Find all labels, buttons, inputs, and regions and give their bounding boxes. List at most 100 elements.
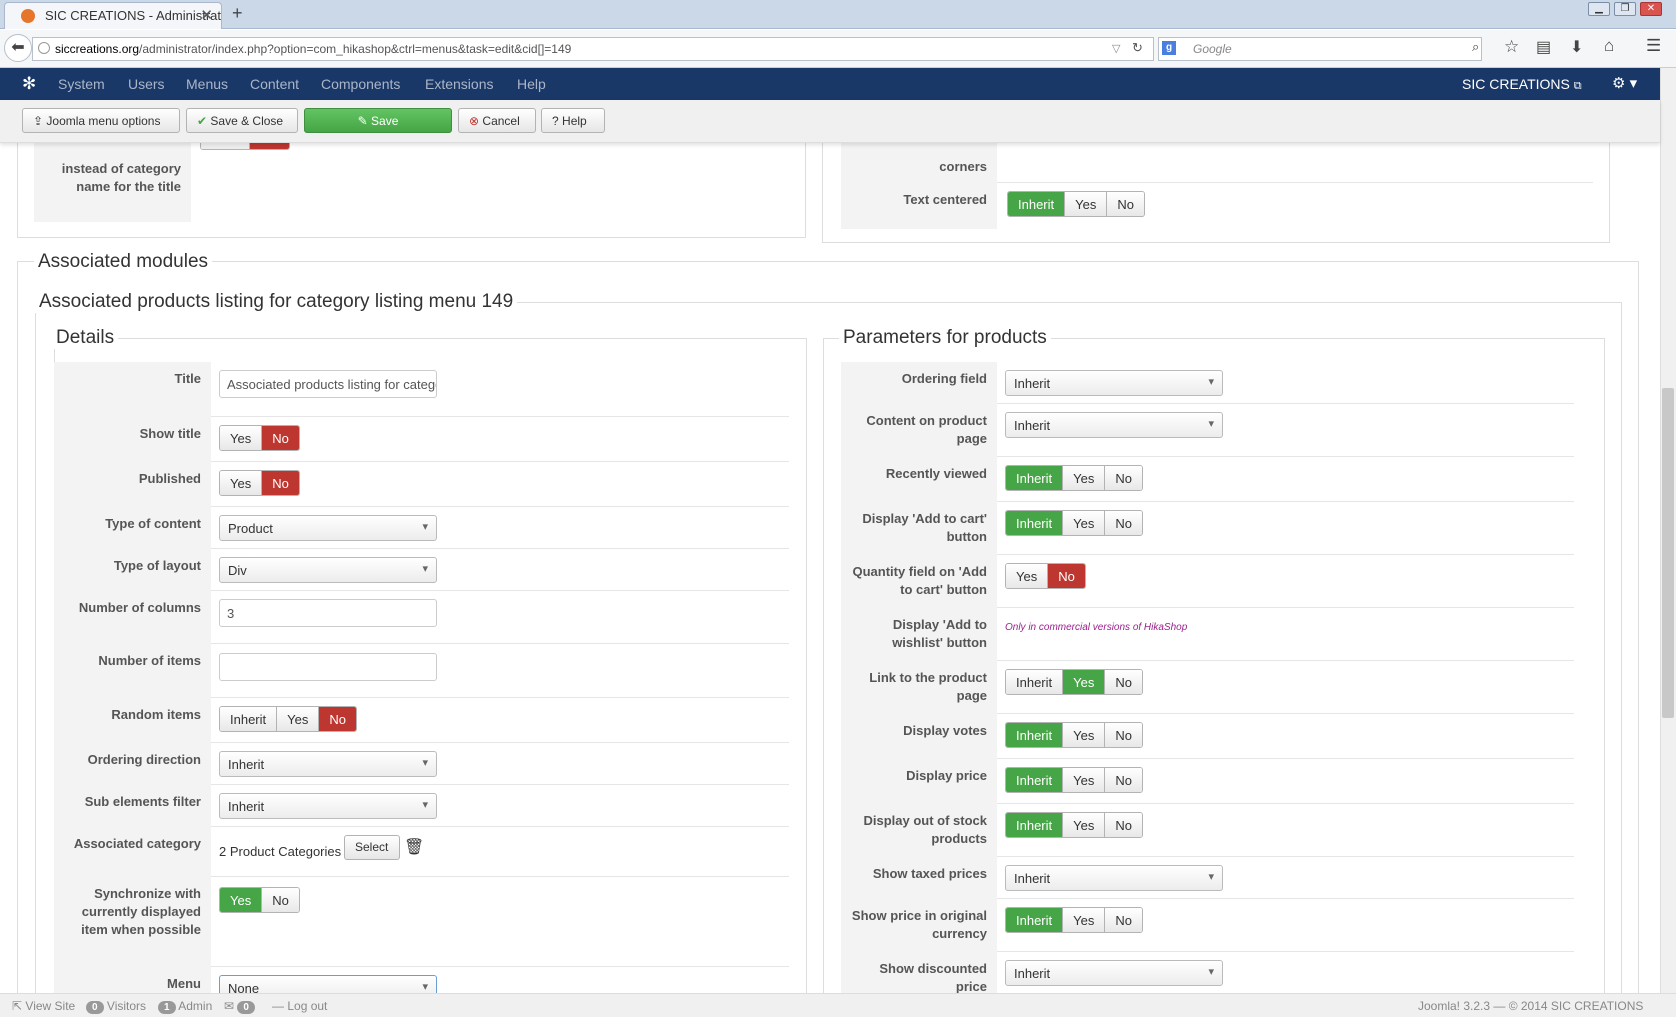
qty-field-yes[interactable]: Yes bbox=[1006, 564, 1049, 588]
text-centered-toggle[interactable]: Inherit Yes No bbox=[1007, 191, 1145, 217]
votes-inherit[interactable]: Inherit bbox=[1006, 723, 1064, 747]
view-site-link[interactable]: ⇱ View Site bbox=[12, 999, 75, 1013]
type-layout-select[interactable]: Div bbox=[219, 557, 437, 583]
link-toggle[interactable]: Inherit Yes No bbox=[1005, 669, 1143, 695]
sub-filter-row: Sub elements filter Inherit bbox=[54, 785, 789, 827]
menu-content[interactable]: Content bbox=[250, 76, 299, 92]
content-page-select[interactable]: Inherit bbox=[1005, 412, 1223, 438]
joomla-logo-icon[interactable]: ✻ bbox=[22, 74, 36, 94]
text-centered-yes[interactable]: Yes bbox=[1065, 192, 1108, 216]
num-items-input[interactable] bbox=[219, 653, 437, 681]
cancel-button[interactable]: ⊗ Cancel bbox=[458, 108, 536, 133]
out-stock-toggle[interactable]: Inherit Yes No bbox=[1005, 812, 1143, 838]
menu-users[interactable]: Users bbox=[128, 76, 165, 92]
taxed-select[interactable]: Inherit bbox=[1005, 865, 1223, 891]
google-icon[interactable]: g bbox=[1162, 41, 1176, 55]
link-inherit[interactable]: Inherit bbox=[1006, 670, 1064, 694]
menu-components[interactable]: Components bbox=[321, 76, 400, 92]
price-inherit[interactable]: Inherit bbox=[1006, 768, 1064, 792]
bookmark-star-icon[interactable]: ☆ bbox=[1504, 37, 1519, 57]
published-yes[interactable]: Yes bbox=[220, 471, 263, 495]
select-category-button[interactable]: Select bbox=[344, 835, 400, 860]
save-close-button[interactable]: ✔ Save & Close bbox=[186, 108, 298, 133]
orig-currency-toggle[interactable]: Inherit Yes No bbox=[1005, 907, 1143, 933]
close-window-icon[interactable]: ✕ bbox=[1640, 2, 1662, 16]
logout-link[interactable]: — Log out bbox=[272, 999, 327, 1013]
recently-viewed-no[interactable]: No bbox=[1105, 466, 1142, 490]
link-no[interactable]: No bbox=[1105, 670, 1142, 694]
sync-yes[interactable]: Yes bbox=[220, 888, 263, 912]
random-items-toggle[interactable]: Inherit Yes No bbox=[219, 706, 357, 732]
menu-help[interactable]: Help bbox=[517, 76, 546, 92]
qty-field-no[interactable]: No bbox=[1048, 564, 1085, 588]
random-yes[interactable]: Yes bbox=[277, 707, 320, 731]
trash-icon[interactable]: 🗑 bbox=[404, 837, 424, 857]
new-tab-icon[interactable]: + bbox=[232, 3, 243, 24]
qty-field-toggle[interactable]: Yes No bbox=[1005, 563, 1086, 589]
votes-toggle[interactable]: Inherit Yes No bbox=[1005, 722, 1143, 748]
close-tab-icon[interactable]: ✕ bbox=[200, 6, 213, 24]
address-bar[interactable]: siccreations.org/administrator/index.php… bbox=[32, 37, 1154, 61]
maximize-icon[interactable]: ❐ bbox=[1614, 2, 1636, 16]
orig-currency-no[interactable]: No bbox=[1105, 908, 1142, 932]
discounted-select[interactable]: Inherit bbox=[1005, 960, 1223, 986]
menu-system[interactable]: System bbox=[58, 76, 105, 92]
back-arrow-icon[interactable]: ⬅ bbox=[4, 34, 32, 62]
help-button[interactable]: ? Help bbox=[541, 108, 605, 133]
home-icon[interactable]: ⌂ bbox=[1604, 36, 1614, 56]
out-stock-no[interactable]: No bbox=[1105, 813, 1142, 837]
out-stock-inherit[interactable]: Inherit bbox=[1006, 813, 1064, 837]
add-cart-yes[interactable]: Yes bbox=[1063, 511, 1106, 535]
sync-no[interactable]: No bbox=[262, 888, 299, 912]
messages-indicator[interactable]: ✉ 0 bbox=[224, 999, 255, 1014]
price-toggle[interactable]: Inherit Yes No bbox=[1005, 767, 1143, 793]
download-icon[interactable]: ⬇ bbox=[1570, 37, 1583, 57]
recently-viewed-yes[interactable]: Yes bbox=[1063, 466, 1106, 490]
published-toggle[interactable]: Yes No bbox=[219, 470, 300, 496]
show-title-no[interactable]: No bbox=[262, 426, 299, 450]
price-no[interactable]: No bbox=[1105, 768, 1142, 792]
random-inherit[interactable]: Inherit bbox=[220, 707, 278, 731]
recently-viewed-toggle[interactable]: Inherit Yes No bbox=[1005, 465, 1143, 491]
search-icon[interactable]: ⌕ bbox=[1472, 39, 1479, 55]
type-content-select[interactable]: Product bbox=[219, 515, 437, 541]
show-title-yes[interactable]: Yes bbox=[220, 426, 263, 450]
price-yes[interactable]: Yes bbox=[1063, 768, 1106, 792]
menu-extensions[interactable]: Extensions bbox=[425, 76, 493, 92]
add-cart-inherit[interactable]: Inherit bbox=[1006, 511, 1064, 535]
joomla-menu-options-button[interactable]: ⇪ Joomla menu options bbox=[22, 108, 180, 133]
num-columns-input[interactable]: 3 bbox=[219, 599, 437, 627]
site-name-link[interactable]: SIC CREATIONS ⧉ bbox=[1462, 76, 1582, 93]
out-stock-yes[interactable]: Yes bbox=[1063, 813, 1106, 837]
text-centered-inherit[interactable]: Inherit bbox=[1008, 192, 1066, 216]
orig-currency-inherit[interactable]: Inherit bbox=[1006, 908, 1064, 932]
add-cart-no[interactable]: No bbox=[1105, 511, 1142, 535]
save-button[interactable]: ✎ Save bbox=[304, 108, 452, 133]
sub-filter-select[interactable]: Inherit bbox=[219, 793, 437, 819]
text-centered-no[interactable]: No bbox=[1107, 192, 1144, 216]
dropdown-arrow-icon[interactable]: ▽ bbox=[1112, 42, 1120, 55]
ordering-field-select[interactable]: Inherit bbox=[1005, 370, 1223, 396]
ordering-direction-select[interactable]: Inherit bbox=[219, 751, 437, 777]
published-no[interactable]: No bbox=[262, 471, 299, 495]
reload-icon[interactable]: ↻ bbox=[1132, 40, 1143, 56]
sync-toggle[interactable]: Yes No bbox=[219, 887, 300, 913]
menu-menus[interactable]: Menus bbox=[186, 76, 228, 92]
orig-currency-yes[interactable]: Yes bbox=[1063, 908, 1106, 932]
link-yes[interactable]: Yes bbox=[1063, 670, 1106, 694]
random-no[interactable]: No bbox=[319, 707, 356, 731]
recently-viewed-label: Recently viewed bbox=[841, 457, 997, 502]
reading-list-icon[interactable]: ▤ bbox=[1536, 37, 1551, 57]
menu-icon[interactable]: ☰ bbox=[1646, 36, 1661, 56]
browser-tab[interactable]: SIC CREATIONS - Administrati... ✕ bbox=[4, 2, 222, 29]
search-input[interactable]: Google bbox=[1158, 37, 1482, 61]
recently-viewed-inherit[interactable]: Inherit bbox=[1006, 466, 1064, 490]
user-settings-gear-icon[interactable]: ⚙ ▾ bbox=[1612, 74, 1637, 92]
votes-yes[interactable]: Yes bbox=[1063, 723, 1106, 747]
scrollbar-thumb[interactable] bbox=[1662, 388, 1674, 718]
minimize-icon[interactable]: ▁ bbox=[1588, 2, 1610, 16]
title-input[interactable]: Associated products listing for category… bbox=[219, 370, 437, 398]
votes-no[interactable]: No bbox=[1105, 723, 1142, 747]
add-cart-toggle[interactable]: Inherit Yes No bbox=[1005, 510, 1143, 536]
show-title-toggle[interactable]: Yes No bbox=[219, 425, 300, 451]
